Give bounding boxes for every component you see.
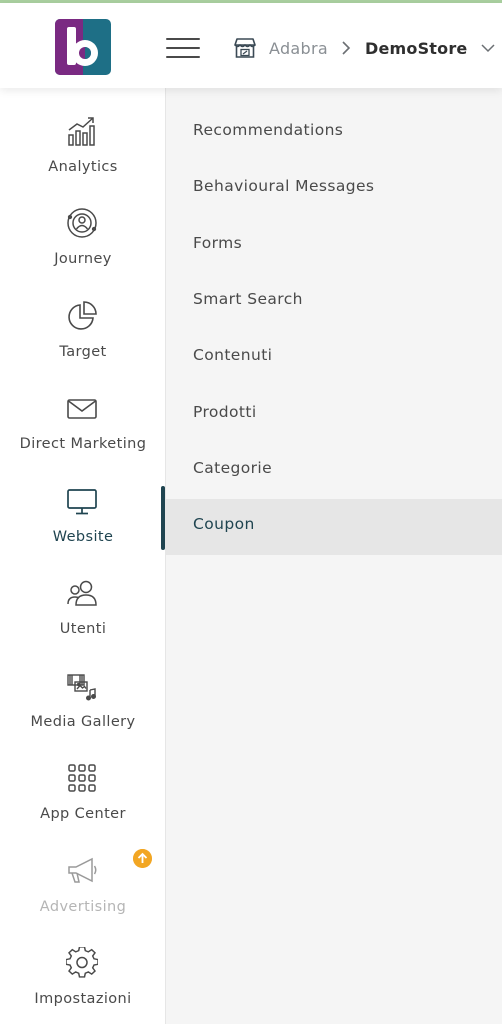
store-icon [234, 38, 256, 58]
submenu-item-label: Contenuti [193, 346, 273, 364]
submenu-item-prodotti[interactable]: Prodotti [166, 387, 502, 443]
analytics-icon [68, 117, 95, 146]
gear-icon [66, 947, 98, 978]
sidebar-item-label: Journey [54, 251, 112, 267]
hamburger-icon[interactable] [166, 36, 200, 60]
envelope-icon [67, 399, 97, 419]
submenu-item-label: Forms [193, 234, 243, 252]
submenu-item-coupon[interactable]: Coupon [166, 499, 502, 555]
sidebar: Analytics Journey Target Direct Marketin… [0, 88, 166, 1024]
submenu-item-contenuti[interactable]: Contenuti [166, 330, 502, 386]
journey-icon [67, 208, 97, 238]
breadcrumb-store[interactable]: DemoStore [365, 39, 468, 58]
breadcrumb-organization[interactable]: Adabra [269, 39, 328, 58]
active-indicator [161, 486, 165, 550]
sidebar-item-utenti[interactable]: Utenti [0, 577, 166, 669]
breadcrumb: Adabra DemoStore [233, 35, 496, 61]
sidebar-item-impostazioni[interactable]: Impostazioni [0, 947, 166, 1024]
upgrade-arrow-icon [133, 849, 152, 868]
submenu-item-label: Prodotti [193, 403, 257, 421]
sidebar-item-label: Advertising [39, 899, 127, 915]
website-submenu: Recommendations Behavioural Messages For… [166, 88, 502, 1024]
sidebar-item-label: Media Gallery [30, 714, 136, 730]
sidebar-item-media-gallery[interactable]: Media Gallery [0, 670, 166, 762]
chevron-down-icon[interactable] [481, 43, 496, 53]
submenu-item-label: Recommendations [193, 121, 344, 139]
submenu-item-behavioural-messages[interactable]: Behavioural Messages [166, 161, 502, 217]
sidebar-item-journey[interactable]: Journey [0, 207, 166, 299]
monitor-icon [67, 489, 97, 515]
sidebar-item-app-center[interactable]: App Center [0, 762, 166, 854]
sidebar-item-label: Website [52, 529, 114, 545]
media-gallery-icon [67, 674, 97, 701]
megaphone-icon [68, 857, 97, 883]
submenu-item-recommendations[interactable]: Recommendations [166, 105, 502, 161]
sidebar-item-label: Direct Marketing [19, 436, 147, 452]
submenu-item-label: Behavioural Messages [193, 177, 375, 195]
sidebar-item-analytics[interactable]: Analytics [0, 115, 166, 207]
grid-icon [68, 764, 96, 792]
submenu-item-categorie[interactable]: Categorie [166, 443, 502, 499]
sidebar-item-label: Impostazioni [34, 991, 132, 1007]
top-header: Adabra DemoStore [0, 3, 502, 88]
sidebar-item-label: Analytics [48, 159, 118, 175]
sidebar-item-advertising[interactable]: Advertising [0, 855, 166, 947]
sidebar-item-label: Target [59, 344, 107, 360]
submenu-item-forms[interactable]: Forms [166, 218, 502, 274]
sidebar-item-direct-marketing[interactable]: Direct Marketing [0, 392, 166, 484]
sidebar-item-label: App Center [40, 806, 126, 822]
submenu-item-label: Categorie [193, 459, 273, 477]
submenu-item-label: Coupon [193, 515, 255, 533]
sidebar-item-target[interactable]: Target [0, 300, 166, 392]
submenu-item-smart-search[interactable]: Smart Search [166, 274, 502, 330]
submenu-item-label: Smart Search [193, 290, 303, 308]
chevron-right-icon [342, 41, 351, 55]
target-pie-icon [68, 301, 97, 330]
users-icon [67, 580, 97, 606]
sidebar-item-label: Utenti [59, 621, 107, 637]
sidebar-item-website[interactable]: Website [0, 485, 166, 577]
adabra-logo[interactable] [55, 19, 111, 75]
